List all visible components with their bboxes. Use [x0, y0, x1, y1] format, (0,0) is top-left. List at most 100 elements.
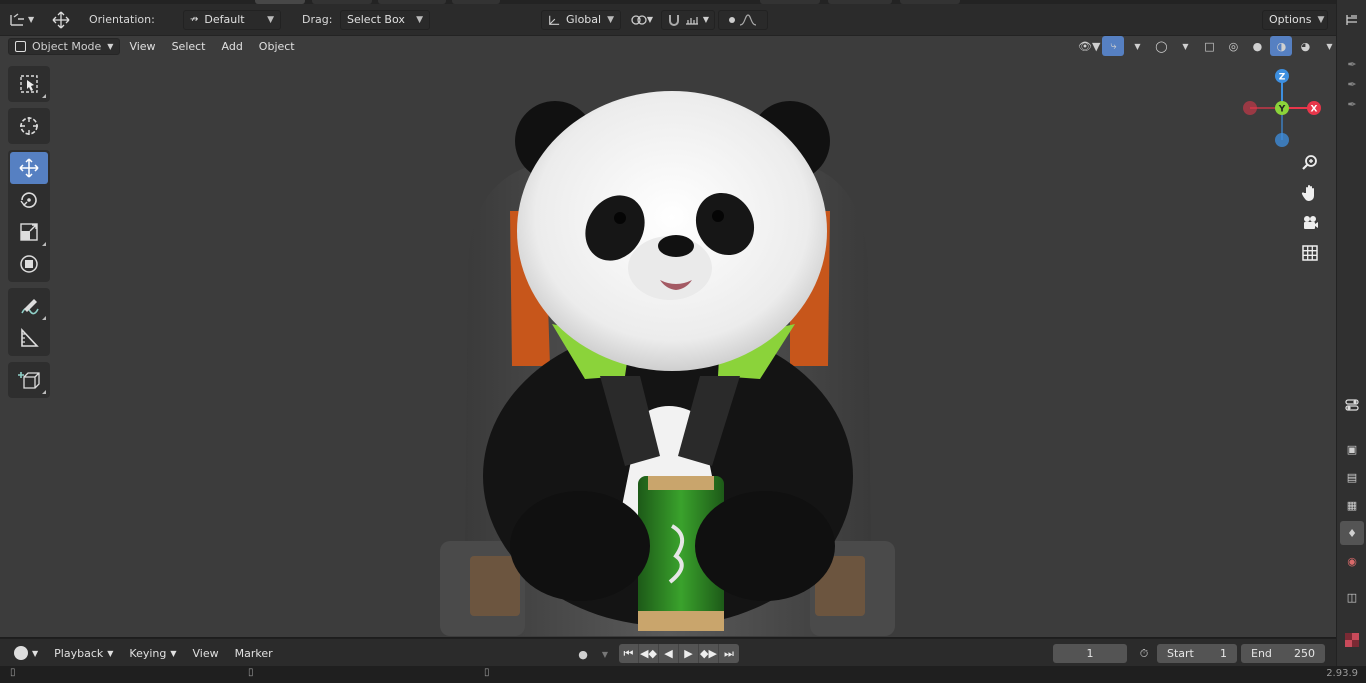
- object-mode-dropdown[interactable]: Object Mode ▼: [8, 37, 121, 55]
- viewport-render: [440, 91, 895, 636]
- next-keyframe-icon[interactable]: ◆▶: [699, 644, 719, 663]
- chevron-down-icon: ▼: [107, 648, 114, 658]
- clock-icon: [14, 646, 28, 660]
- options-dropdown[interactable]: Options ▼: [1262, 9, 1328, 30]
- auto-keying-record-icon[interactable]: ●: [572, 644, 594, 664]
- navigation-gizmo[interactable]: Z X Y: [1238, 66, 1326, 154]
- editor-type-button[interactable]: ▼: [8, 9, 34, 30]
- menu-timeline-view[interactable]: View: [187, 645, 225, 662]
- tab-world[interactable]: ◉: [1340, 549, 1364, 573]
- menu-playback[interactable]: Playback ▼: [48, 645, 119, 662]
- perspective-toggle-button[interactable]: [1296, 239, 1324, 267]
- tab-output[interactable]: ▤: [1340, 465, 1364, 489]
- visibility-eye-icon[interactable]: 👁▼: [1078, 36, 1100, 56]
- move-tool[interactable]: [10, 152, 48, 184]
- chevron-down-icon: ▼: [32, 648, 39, 658]
- jump-start-icon[interactable]: ⏮: [619, 644, 639, 663]
- orientation-label: Orientation:: [89, 13, 155, 26]
- pen-icon: ✒: [1347, 97, 1357, 111]
- start-frame-field[interactable]: Start 1: [1157, 644, 1237, 663]
- material-shading-icon[interactable]: ◑: [1270, 36, 1293, 56]
- falloff-curve-icon: [739, 13, 757, 26]
- timeline-editor-button[interactable]: ▼: [8, 644, 44, 662]
- menu-marker[interactable]: Marker: [229, 645, 279, 662]
- orientation-axes-icon: ↛: [190, 14, 199, 25]
- sidebar-tool-3[interactable]: ✒: [1340, 92, 1364, 116]
- annotate-tool[interactable]: [10, 290, 48, 322]
- current-frame-field[interactable]: 1: [1053, 644, 1127, 663]
- checker-texture-icon: [1345, 633, 1359, 647]
- tab-scene[interactable]: ♦: [1340, 521, 1364, 545]
- rendered-shading-icon[interactable]: ◕: [1294, 36, 1316, 56]
- transform-pivot-button[interactable]: [50, 9, 72, 30]
- end-frame-field[interactable]: End 250: [1241, 644, 1325, 663]
- orientation-dropdown[interactable]: ↛ Default ▼: [183, 9, 281, 30]
- transform-orientation-dropdown[interactable]: Global ▼: [541, 9, 621, 30]
- snap-button[interactable]: ▼: [661, 9, 715, 30]
- drag-value: Select Box: [347, 13, 405, 26]
- pan-button[interactable]: [1296, 179, 1324, 207]
- gizmo-dropdown-icon[interactable]: ▼: [1126, 36, 1148, 56]
- tab-texture[interactable]: [1340, 628, 1364, 652]
- camera-view-button[interactable]: [1296, 209, 1324, 237]
- overlays-dropdown-icon[interactable]: ▼: [1174, 36, 1196, 56]
- solid-shading-icon[interactable]: ●: [1246, 36, 1268, 56]
- ruler-icon: [21, 327, 39, 347]
- playback-controls: ⏮ ◀◆ ◀ ▶ ◆▶ ⏭: [619, 644, 739, 663]
- drag-dropdown[interactable]: Select Box ▼: [340, 9, 430, 30]
- proportional-editing-button[interactable]: [718, 9, 768, 30]
- snap-increment-icon: [685, 16, 698, 25]
- tool-header: ▼ Orientation: ↛ Default ▼ Drag: Select …: [0, 0, 1336, 36]
- keying-dropdown-icon[interactable]: ▼: [594, 644, 616, 664]
- menu-object[interactable]: Object: [252, 39, 302, 54]
- timeline-header: ▼ Playback ▼ Keying ▼ View Marker ● ▼ ⏮ ◀◆…: [0, 638, 1336, 666]
- prev-keyframe-icon[interactable]: ◀◆: [639, 644, 659, 663]
- collection-box-icon: ◫: [1346, 590, 1358, 604]
- tab-render[interactable]: ▣: [1340, 437, 1364, 461]
- grid-axes-icon: ▼: [8, 10, 34, 30]
- transform-icon: [20, 255, 38, 273]
- cursor-tool[interactable]: [10, 110, 48, 142]
- auto-keying-group: ● ▼: [572, 644, 616, 664]
- xray-icon[interactable]: □: [1198, 36, 1220, 56]
- move-icon: [19, 158, 39, 178]
- proportional-dot-icon: [729, 16, 735, 23]
- menu-select[interactable]: Select: [165, 39, 213, 54]
- object-mode-icon: [15, 40, 26, 52]
- global-axes-icon: [549, 15, 560, 25]
- play-icon[interactable]: ▶: [679, 644, 699, 663]
- playback-label: Playback: [54, 646, 104, 660]
- select-box-tool[interactable]: [10, 68, 48, 100]
- rotate-tool[interactable]: [10, 184, 48, 216]
- measure-tool[interactable]: [10, 322, 48, 354]
- menu-keying[interactable]: Keying ▼: [123, 645, 182, 662]
- menu-add[interactable]: Add: [215, 39, 250, 54]
- scene-icon: ♦: [1347, 526, 1357, 540]
- jump-end-icon[interactable]: ⏭: [719, 644, 739, 663]
- chevron-down-icon: ▼: [107, 41, 114, 51]
- zoom-button[interactable]: [1296, 149, 1324, 177]
- pen-icon: ✒: [1347, 77, 1357, 91]
- wireframe-shading-icon[interactable]: ◎: [1222, 36, 1244, 56]
- drag-label: Drag:: [302, 13, 333, 26]
- tab-tool[interactable]: [1340, 393, 1364, 417]
- current-frame-value: 1: [1086, 647, 1094, 660]
- overlays-icon[interactable]: ◯: [1150, 36, 1172, 56]
- stopwatch-icon[interactable]: ⏱: [1133, 644, 1155, 664]
- scale-tool[interactable]: [10, 216, 48, 248]
- tab-view-layer[interactable]: ▦: [1340, 493, 1364, 517]
- play-reverse-icon[interactable]: ◀: [659, 644, 679, 663]
- outliner-button[interactable]: [1340, 8, 1364, 32]
- hand-icon: [1301, 185, 1314, 201]
- transform-tool[interactable]: [10, 248, 48, 280]
- mouse-middle-icon: ▯: [248, 667, 254, 678]
- printer-icon: ▤: [1346, 470, 1358, 484]
- menu-view[interactable]: View: [122, 39, 162, 54]
- 3d-viewport[interactable]: [0, 36, 1336, 637]
- gizmo-toggle-icon[interactable]: ⤷: [1102, 36, 1125, 56]
- pivot-point-button[interactable]: ▼: [626, 10, 658, 30]
- options-label: Options: [1269, 13, 1312, 26]
- pen-icon: ✒: [1347, 57, 1357, 71]
- add-cube-tool[interactable]: [10, 364, 48, 396]
- tab-collection[interactable]: ◫: [1340, 585, 1364, 609]
